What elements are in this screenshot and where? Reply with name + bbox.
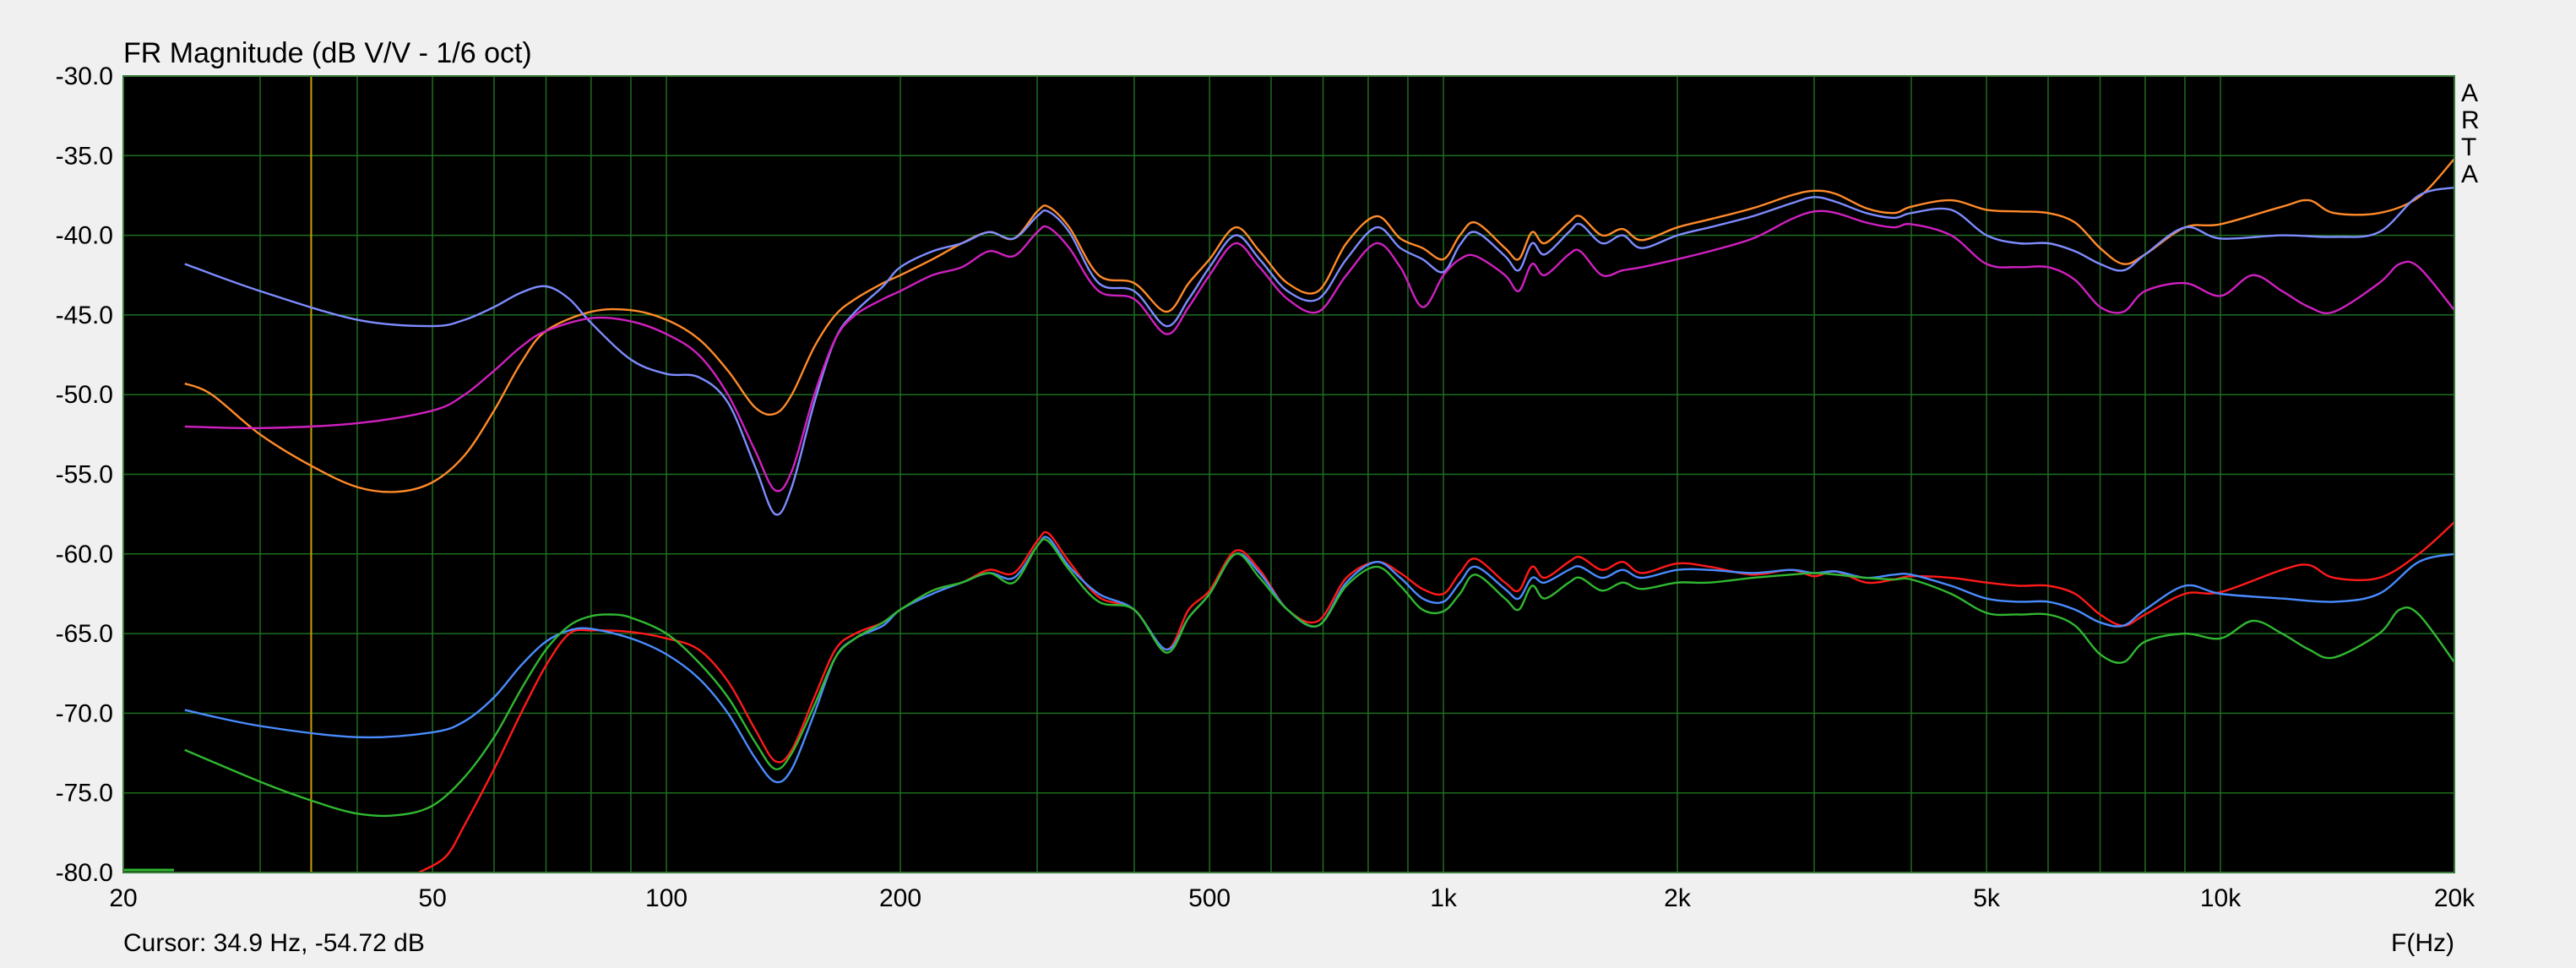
x-axis-ticks: 20 50 100 200 500 1k 2k 5k 10k 20k (109, 884, 2475, 912)
chart-container: FR Magnitude (dB V/V - 1/6 oct) -30.0 -35… (0, 0, 2576, 964)
y-tick-label: -45.0 (56, 302, 113, 329)
x-tick-label: 5k (1973, 884, 2001, 912)
brand-letter: R (2461, 106, 2480, 134)
y-tick-label: -50.0 (56, 381, 113, 409)
x-tick-label: 10k (2200, 884, 2242, 912)
y-tick-label: -35.0 (56, 142, 113, 170)
frequency-response-chart: FR Magnitude (dB V/V - 1/6 oct) -30.0 -35… (56, 37, 2480, 957)
x-tick-label: 100 (645, 884, 687, 912)
arta-brand: ARTA (2461, 79, 2480, 188)
y-tick-label: -40.0 (56, 222, 113, 250)
brand-letter: T (2461, 133, 2476, 161)
x-tick-label: 50 (418, 884, 446, 912)
y-tick-label: -75.0 (56, 780, 113, 808)
y-tick-label: -65.0 (56, 620, 113, 648)
x-tick-label: 1k (1430, 884, 1458, 912)
brand-letter: A (2461, 79, 2478, 107)
y-tick-label: -60.0 (56, 541, 113, 568)
x-axis-label: F(Hz) (2391, 929, 2454, 957)
cursor-readout: Cursor: 34.9 Hz, -54.72 dB (123, 929, 425, 957)
y-axis-ticks: -30.0 -35.0 -40.0 -45.0 -50.0 -55.0 -60.0 -65.0… (56, 63, 113, 887)
y-tick-label: -55.0 (56, 461, 113, 489)
x-tick-label: 2k (1664, 884, 1692, 912)
x-tick-label: 500 (1188, 884, 1231, 912)
brand-letter: A (2461, 160, 2478, 188)
x-tick-label: 200 (879, 884, 921, 912)
y-tick-label: -80.0 (56, 859, 113, 887)
x-tick-label: 20 (109, 884, 137, 912)
y-tick-label: -70.0 (56, 699, 113, 727)
x-tick-label: 20k (2434, 884, 2475, 912)
y-tick-label: -30.0 (56, 63, 113, 90)
chart-title: FR Magnitude (dB V/V - 1/6 oct) (123, 37, 532, 69)
